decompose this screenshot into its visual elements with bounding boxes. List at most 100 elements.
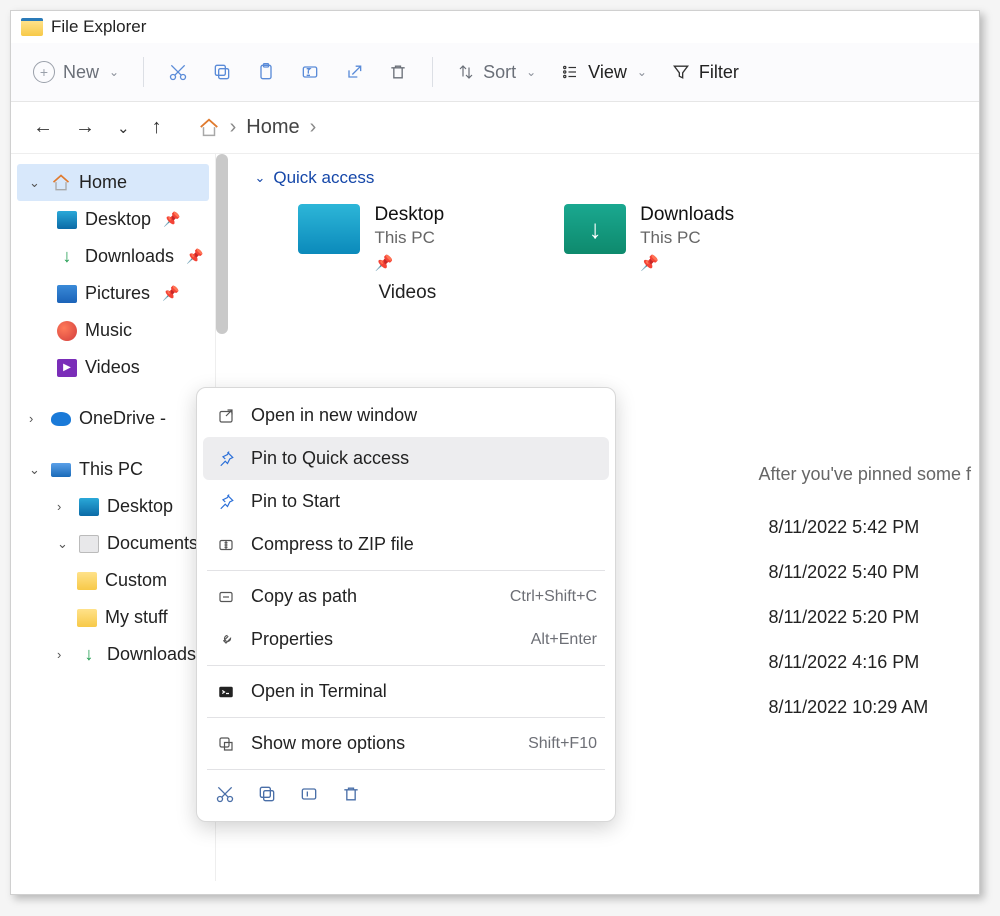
documents-icon bbox=[79, 535, 99, 553]
sidebar-item-desktop[interactable]: Desktop 📌 bbox=[11, 201, 215, 238]
sidebar-item-videos[interactable]: ▶ Videos bbox=[11, 349, 215, 386]
label: Desktop bbox=[85, 209, 151, 230]
breadcrumb-home: Home bbox=[246, 116, 299, 139]
window-title: File Explorer bbox=[51, 17, 146, 37]
paste-button[interactable] bbox=[256, 62, 276, 82]
ctx-compress-zip[interactable]: Compress to ZIP file bbox=[197, 523, 615, 566]
sidebar-item-onedrive[interactable]: › OneDrive - bbox=[11, 400, 215, 437]
music-icon bbox=[57, 321, 77, 341]
rename-button[interactable] bbox=[300, 62, 320, 82]
forward-button[interactable]: → bbox=[75, 116, 95, 139]
ctx-copy-path[interactable]: Copy as path Ctrl+Shift+C bbox=[197, 575, 615, 618]
collapse-icon[interactable]: ⌄ bbox=[29, 175, 43, 191]
label: Downloads bbox=[85, 246, 174, 267]
pin-icon bbox=[215, 450, 237, 468]
rename-button[interactable] bbox=[299, 784, 319, 809]
label: Quick access bbox=[273, 168, 374, 188]
delete-button[interactable] bbox=[341, 784, 361, 809]
tile-downloads[interactable]: ↓ Downloads This PC 📌 bbox=[564, 204, 734, 272]
expand-icon[interactable]: › bbox=[57, 647, 71, 662]
cut-button[interactable] bbox=[168, 62, 188, 82]
label: Videos bbox=[85, 357, 140, 378]
label: Open in Terminal bbox=[251, 681, 387, 702]
home-icon bbox=[198, 117, 220, 139]
more-icon bbox=[215, 735, 237, 753]
toolbar: + New ⌄ Sort ⌄ View bbox=[11, 43, 979, 102]
sidebar-item-thispc-documents[interactable]: ⌄ Documents bbox=[11, 525, 215, 562]
sidebar-item-thispc[interactable]: ⌄ This PC bbox=[11, 451, 215, 488]
tile-subtitle: This PC bbox=[374, 228, 444, 248]
recent-dropdown[interactable]: ⌄ bbox=[117, 119, 130, 137]
sort-icon bbox=[457, 63, 475, 81]
collapse-icon[interactable]: ⌄ bbox=[57, 536, 71, 552]
sidebar-item-custom[interactable]: Custom bbox=[11, 562, 215, 599]
tile-desktop[interactable]: Desktop This PC 📌 bbox=[298, 204, 444, 272]
onedrive-icon bbox=[51, 412, 71, 426]
date-cell: 8/11/2022 4:16 PM bbox=[768, 640, 971, 685]
sidebar-item-pictures[interactable]: Pictures 📌 bbox=[11, 275, 215, 312]
label: Documents bbox=[107, 533, 198, 554]
sidebar-item-music[interactable]: Music bbox=[11, 312, 215, 349]
thispc-icon bbox=[51, 463, 71, 477]
chevron-down-icon: ⌄ bbox=[109, 65, 119, 79]
collapse-icon[interactable]: ⌄ bbox=[29, 462, 43, 478]
pin-icon: 📌 bbox=[162, 285, 179, 302]
sidebar-item-thispc-downloads[interactable]: › ↓ Downloads bbox=[11, 636, 215, 673]
sidebar-item-home[interactable]: ⌄ Home bbox=[17, 164, 209, 201]
up-button[interactable]: ↑ bbox=[152, 116, 162, 139]
ctx-show-more[interactable]: Show more options Shift+F10 bbox=[197, 722, 615, 765]
new-button[interactable]: + New ⌄ bbox=[33, 61, 119, 83]
ctx-properties[interactable]: Properties Alt+Enter bbox=[197, 618, 615, 661]
chevron-down-icon: ⌄ bbox=[637, 65, 647, 79]
breadcrumb-sep: › bbox=[230, 116, 237, 139]
rename-icon bbox=[300, 62, 320, 82]
sort-button[interactable]: Sort ⌄ bbox=[457, 62, 536, 83]
desktop-icon bbox=[79, 498, 99, 516]
sort-label: Sort bbox=[483, 62, 516, 83]
tile-subtitle: This PC bbox=[640, 228, 734, 248]
ctx-open-terminal[interactable]: Open in Terminal bbox=[197, 670, 615, 713]
tile-title: Desktop bbox=[374, 204, 444, 226]
label: Pin to Quick access bbox=[251, 448, 409, 469]
back-button[interactable]: ← bbox=[33, 116, 53, 139]
scrollbar-thumb[interactable] bbox=[216, 154, 228, 334]
label: This PC bbox=[79, 459, 143, 480]
delete-button[interactable] bbox=[388, 62, 408, 82]
view-button[interactable]: View ⌄ bbox=[560, 62, 647, 83]
filter-button[interactable]: Filter bbox=[671, 62, 739, 83]
quick-access-header[interactable]: ⌄ Quick access bbox=[254, 168, 971, 188]
folder-icon-downloads: ↓ bbox=[564, 204, 626, 254]
ctx-open-new-window[interactable]: Open in new window bbox=[197, 394, 615, 437]
quick-access-tiles: Desktop This PC 📌 ↓ Downloads This PC 📌 bbox=[298, 204, 971, 272]
separator bbox=[207, 570, 605, 571]
cut-button[interactable] bbox=[215, 784, 235, 809]
pin-icon bbox=[215, 493, 237, 511]
label: Pictures bbox=[85, 283, 150, 304]
sidebar-item-mystuff[interactable]: My stuff bbox=[11, 599, 215, 636]
titlebar: File Explorer bbox=[11, 11, 979, 43]
share-button[interactable] bbox=[344, 62, 364, 82]
file-explorer-window: File Explorer + New ⌄ Sort ⌄ bbox=[10, 10, 980, 895]
filter-icon bbox=[671, 62, 691, 82]
copy-button[interactable] bbox=[257, 784, 277, 809]
shortcut: Shift+F10 bbox=[528, 735, 597, 753]
folder-icon bbox=[77, 609, 97, 627]
breadcrumb[interactable]: › Home › bbox=[198, 116, 317, 139]
copy-icon bbox=[257, 784, 277, 804]
separator bbox=[207, 769, 605, 770]
expand-icon[interactable]: › bbox=[29, 411, 43, 426]
expand-icon[interactable]: › bbox=[57, 499, 71, 514]
chevron-down-icon: ⌄ bbox=[526, 65, 536, 79]
label: Home bbox=[79, 172, 127, 193]
pictures-icon bbox=[57, 285, 77, 303]
date-cell: 8/11/2022 5:42 PM bbox=[768, 505, 971, 550]
ctx-pin-quick-access[interactable]: Pin to Quick access bbox=[203, 437, 609, 480]
ctx-pin-start[interactable]: Pin to Start bbox=[197, 480, 615, 523]
share-icon bbox=[344, 62, 364, 82]
sidebar-item-thispc-desktop[interactable]: › Desktop bbox=[11, 488, 215, 525]
sidebar-item-downloads[interactable]: ↓ Downloads 📌 bbox=[11, 238, 215, 275]
label: Custom bbox=[105, 570, 167, 591]
label: My stuff bbox=[105, 607, 168, 628]
copy-path-icon bbox=[215, 588, 237, 606]
copy-button[interactable] bbox=[212, 62, 232, 82]
